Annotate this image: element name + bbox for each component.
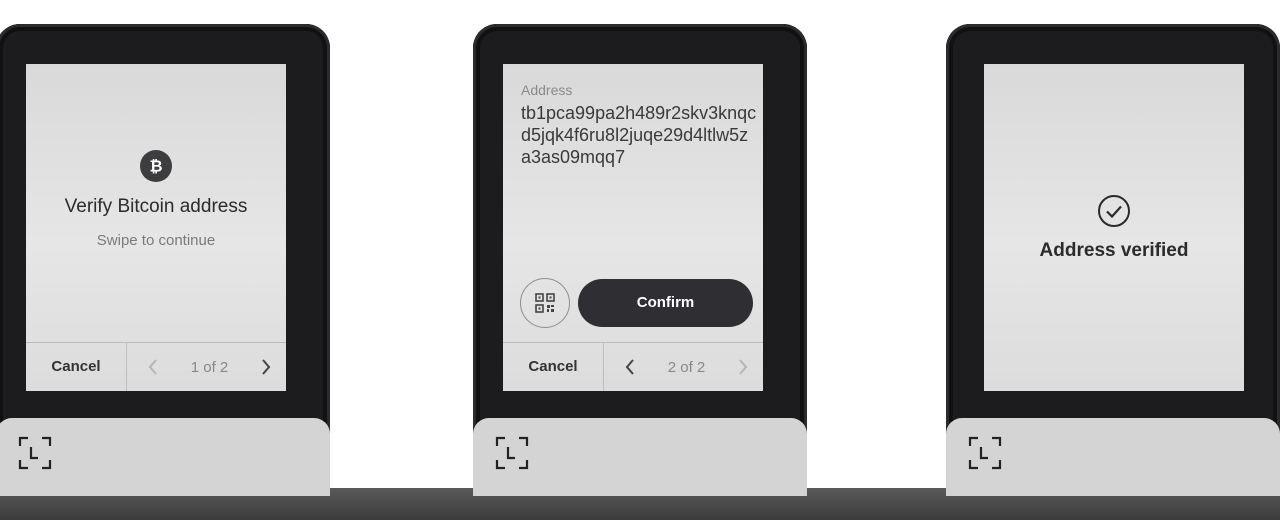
verified-content: Address verified [984, 194, 1244, 262]
chevron-right-icon[interactable] [737, 358, 749, 376]
cancel-button[interactable]: Cancel [503, 343, 603, 391]
bitcoin-icon: ₿ [140, 150, 172, 182]
confirm-button[interactable]: Confirm [578, 279, 753, 327]
chevron-left-icon[interactable] [624, 358, 636, 376]
screen-footer: Cancel 2 of 2 [503, 342, 763, 391]
ledger-logo-icon [18, 436, 52, 470]
swipe-hint: Swipe to continue [96, 232, 216, 249]
address-label: Address [521, 82, 573, 98]
cancel-button[interactable]: Cancel [26, 343, 126, 391]
screen-footer: Cancel 1 of 2 [26, 342, 286, 391]
screen-address: Address tb1pca99pa2h489r2skv3knqcd5jqk4f… [503, 64, 763, 391]
screen-verified: Address verified [984, 64, 1244, 391]
device-base [473, 418, 807, 496]
chevron-left-icon[interactable] [147, 358, 159, 376]
pager: 2 of 2 [603, 343, 763, 391]
verified-title: Address verified [1039, 240, 1189, 261]
chevron-right-icon[interactable] [260, 358, 272, 376]
device-base [0, 418, 330, 496]
ledger-logo-icon [968, 436, 1002, 470]
page-indicator: 1 of 2 [190, 358, 229, 376]
screen-verify: ₿ Verify Bitcoin address Swipe to contin… [26, 64, 286, 391]
qr-code-button[interactable] [520, 278, 570, 328]
address-value: tb1pca99pa2h489r2skv3knqcd5jqk4f6ru8l2ju… [521, 103, 757, 167]
page-indicator: 2 of 2 [667, 358, 706, 376]
verify-content: ₿ Verify Bitcoin address Swipe to contin… [26, 150, 286, 249]
device-base [946, 418, 1280, 496]
svg-text:₿: ₿ [149, 157, 162, 175]
device-address-screen: Address tb1pca99pa2h489r2skv3knqcd5jqk4f… [473, 24, 807, 496]
checkmark-circle-icon [1098, 195, 1130, 227]
qr-code-icon [535, 293, 555, 313]
device-verify-screen: ₿ Verify Bitcoin address Swipe to contin… [0, 24, 330, 496]
pager: 1 of 2 [126, 343, 286, 391]
ledger-logo-icon [495, 436, 529, 470]
page-title: Verify Bitcoin address [64, 196, 248, 217]
device-verified-screen: Address verified [946, 24, 1280, 496]
